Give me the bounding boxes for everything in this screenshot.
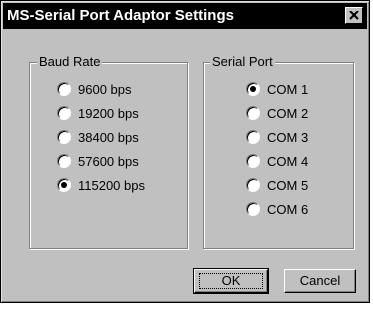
serial-port-group: Serial Port COM 1 COM 2 COM 3 COM 4 COM 5 COM… (203, 54, 354, 249)
baud-rate-option[interactable]: 38400 bps (57, 128, 139, 146)
baud-rate-option-label: 19200 bps (78, 105, 139, 121)
baud-rate-group-label: Baud Rate (37, 54, 103, 70)
baud-rate-group: Baud Rate 9600 bps 19200 bps 38400 bps 5760… (29, 54, 188, 249)
baud-rate-option[interactable]: 9600 bps (57, 80, 132, 98)
baud-rate-option-label: 57600 bps (78, 153, 139, 169)
close-icon (349, 11, 359, 20)
baud-rate-option-label: 115200 bps (78, 177, 145, 193)
close-button[interactable] (345, 7, 363, 24)
title-bar[interactable]: MS-Serial Port Adaptor Settings (3, 3, 367, 29)
serial-port-option-label: COM 6 (267, 201, 309, 217)
baud-rate-option[interactable]: 57600 bps (57, 152, 139, 170)
baud-rate-radio[interactable] (57, 106, 71, 120)
serial-port-radio[interactable] (246, 130, 260, 144)
serial-port-radio[interactable] (246, 82, 260, 96)
serial-port-option[interactable]: COM 6 (246, 200, 308, 218)
serial-port-radio[interactable] (246, 154, 260, 168)
serial-port-option-label: COM 1 (267, 81, 309, 97)
serial-port-option[interactable]: COM 1 (246, 80, 308, 98)
serial-port-radio[interactable] (246, 202, 260, 216)
serial-port-option[interactable]: COM 2 (246, 104, 308, 122)
baud-rate-option-label: 38400 bps (78, 129, 139, 145)
serial-port-option-label: COM 3 (267, 129, 309, 145)
serial-port-option[interactable]: COM 3 (246, 128, 308, 146)
baud-rate-option-label: 9600 bps (78, 81, 132, 97)
baud-rate-radio[interactable] (57, 82, 71, 96)
baud-rate-option[interactable]: 115200 bps (57, 176, 145, 194)
ok-button-label: OK (221, 273, 241, 288)
settings-dialog: MS-Serial Port Adaptor Settings Baud Rat… (0, 0, 370, 303)
baud-rate-radio[interactable] (57, 178, 71, 192)
dialog-title: MS-Serial Port Adaptor Settings (7, 7, 234, 24)
serial-port-group-label: Serial Port (210, 54, 275, 70)
cancel-button[interactable]: Cancel (284, 269, 356, 293)
baud-rate-radio[interactable] (57, 154, 71, 168)
baud-rate-radio[interactable] (57, 130, 71, 144)
ok-button[interactable]: OK (193, 268, 269, 294)
baud-rate-option[interactable]: 19200 bps (57, 104, 139, 122)
cancel-button-label: Cancel (299, 273, 341, 288)
serial-port-radio[interactable] (246, 178, 260, 192)
serial-port-option[interactable]: COM 5 (246, 176, 308, 194)
serial-port-radio[interactable] (246, 106, 260, 120)
serial-port-option-label: COM 2 (267, 105, 309, 121)
serial-port-option-label: COM 4 (267, 153, 309, 169)
serial-port-option-label: COM 5 (267, 177, 309, 193)
serial-port-option[interactable]: COM 4 (246, 152, 308, 170)
